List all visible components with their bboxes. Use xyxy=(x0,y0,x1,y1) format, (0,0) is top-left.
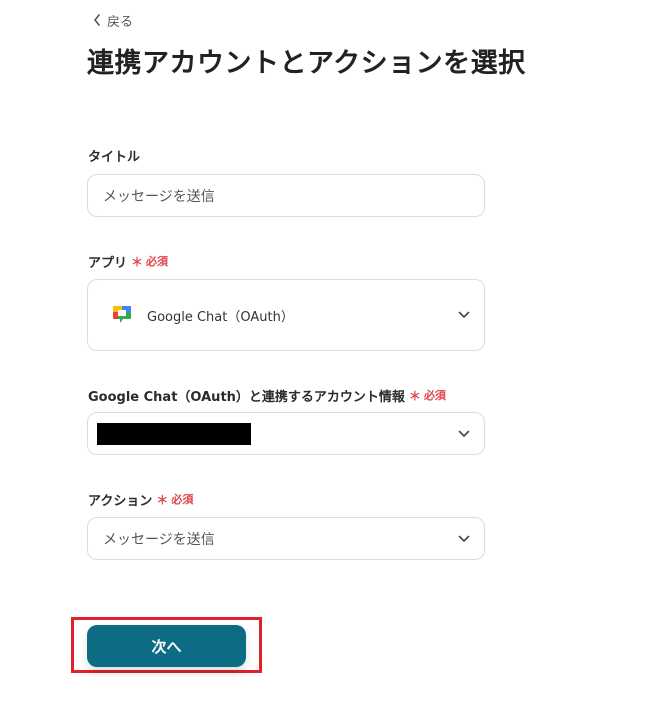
title-input[interactable]: メッセージを送信 xyxy=(87,174,485,217)
app-select[interactable]: Google Chat（OAuth） xyxy=(87,279,485,351)
account-label-text: Google Chat（OAuth）と連携するアカウント情報 xyxy=(88,389,405,405)
chevron-left-icon xyxy=(94,14,100,26)
google-chat-logo-icon xyxy=(113,306,131,323)
action-label-text: アクション xyxy=(88,493,153,509)
account-field-label: Google Chat（OAuth）と連携するアカウント情報 ＊ 必須 xyxy=(88,385,446,405)
required-text: 必須 xyxy=(171,493,194,506)
chevron-down-icon xyxy=(458,430,470,437)
account-select[interactable] xyxy=(87,412,485,455)
title-field-label: タイトル xyxy=(88,145,140,165)
required-asterisk: ＊ xyxy=(408,388,421,403)
selected-app-name: Google Chat（OAuth） xyxy=(147,309,294,325)
next-button-label: 次へ xyxy=(151,637,182,656)
required-text: 必須 xyxy=(146,255,169,268)
back-label: 戻る xyxy=(107,14,134,30)
page-title: 連携アカウントとアクションを選択 xyxy=(87,48,526,79)
app-label-text: アプリ xyxy=(88,255,128,271)
required-asterisk: ＊ xyxy=(156,492,169,507)
next-button[interactable]: 次へ xyxy=(87,625,246,667)
action-select[interactable]: メッセージを送信 xyxy=(87,517,485,560)
chevron-down-icon xyxy=(458,535,470,542)
required-asterisk: ＊ xyxy=(131,254,144,269)
app-field-label: アプリ ＊ 必須 xyxy=(88,251,168,271)
chevron-down-icon xyxy=(458,311,470,318)
title-input-value: メッセージを送信 xyxy=(103,188,215,205)
action-field-label: アクション ＊ 必須 xyxy=(88,489,193,509)
redacted-account-value xyxy=(97,423,251,445)
selected-action: メッセージを送信 xyxy=(103,531,215,548)
required-text: 必須 xyxy=(423,389,446,402)
back-link[interactable]: 戻る xyxy=(93,10,133,30)
title-label-text: タイトル xyxy=(88,149,141,165)
